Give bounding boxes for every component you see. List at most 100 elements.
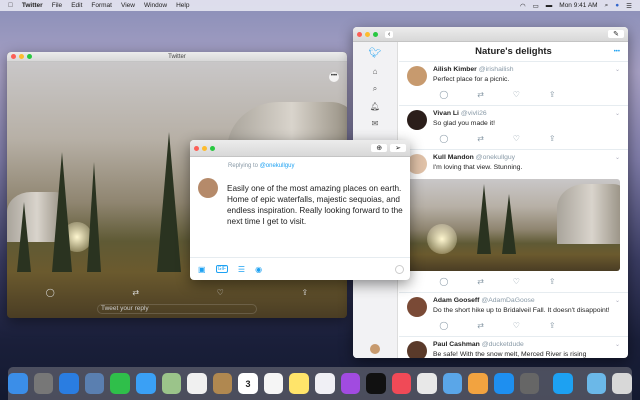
chevron-down-icon[interactable]: ⌄ [615,154,620,161]
author-name[interactable]: Adam Gooseff [433,297,479,304]
notifications-icon[interactable]: 🔔︎ [370,102,380,111]
tweet[interactable]: Vivan Li @vivli26 So glad you made it! ◯… [399,106,628,151]
retweet-icon[interactable]: ⇄ [477,321,484,330]
like-icon[interactable]: ♡ [513,134,520,143]
reply-icon[interactable]: ◯ [46,288,55,297]
dock-maps-icon[interactable] [161,373,182,394]
retweet-icon[interactable]: ⇄ [477,134,484,143]
home-icon[interactable]: ⌂ [373,67,378,76]
dock-notes-icon[interactable] [289,373,309,394]
avatar[interactable] [407,110,427,131]
menu-app-name[interactable]: Twitter [22,2,43,9]
avatar[interactable] [407,66,427,86]
reply-icon[interactable]: ◯ [439,277,448,286]
dock-tv-icon[interactable] [366,373,386,394]
dock-launchpad-icon[interactable] [33,373,54,394]
retweet-icon[interactable]: ⇄ [477,90,484,99]
twitter-logo-icon[interactable]: 🐦︎ [369,48,382,59]
tweet[interactable]: Paul Cashman @ducketdude Be safe! With t… [399,337,628,358]
dock-preview-icon[interactable] [84,373,105,394]
author-name[interactable]: Vivan Li [433,110,459,117]
dock-calendar-icon[interactable]: 3 [238,373,258,394]
chevron-down-icon[interactable]: ⌄ [615,341,620,348]
share-icon[interactable]: ⇪ [549,90,556,99]
dock-facetime-icon[interactable] [110,373,130,394]
compose-button[interactable]: ✎ [608,30,624,38]
author-name[interactable]: Kull Mandon [433,154,474,161]
share-icon[interactable]: ⇪ [549,277,556,286]
author-name[interactable]: Ailish Kimber [433,66,477,73]
author-handle[interactable]: @vivli26 [461,110,487,117]
tweet-photo[interactable] [407,178,620,271]
wifi-icon[interactable]: ◠ [520,2,526,10]
dock-downloads-icon[interactable] [586,373,607,394]
avatar[interactable] [407,296,427,317]
battery-icon[interactable]: ▬ [546,2,553,9]
dock-safari-icon[interactable] [59,373,79,394]
minimize-button[interactable] [202,145,207,151]
dock-twitter-icon[interactable] [553,373,573,394]
dock-photos-icon[interactable] [187,373,207,394]
dock-music-icon[interactable] [315,373,335,394]
dock-contacts-icon[interactable] [212,373,233,394]
siri-icon[interactable]: ● [615,2,619,9]
avatar[interactable] [407,340,427,358]
share-icon[interactable]: ⇪ [549,321,556,330]
tweet[interactable]: Kull Mandon @onekullguy I'm loving that … [399,150,628,293]
dock-reminders-icon[interactable] [263,373,284,394]
dock-news-icon[interactable] [391,373,412,394]
image-icon[interactable]: ▣ [198,265,206,274]
reply-icon[interactable]: ◯ [439,90,448,99]
dock-pages-icon[interactable] [468,373,489,394]
profile-avatar[interactable] [370,344,380,354]
author-handle[interactable]: @irishailish [479,66,514,73]
zoom-button[interactable] [210,145,215,151]
reply-input[interactable]: Tweet your reply [97,304,257,314]
author-handle[interactable]: @onekullguy [476,154,515,161]
location-icon[interactable]: ◉ [255,265,262,274]
author-name[interactable]: Paul Cashman [433,341,480,348]
share-icon[interactable]: ⇪ [301,288,308,297]
poll-icon[interactable]: ☰ [238,265,245,274]
search-icon[interactable]: ⌕ [373,84,377,94]
back-button[interactable]: ‹ [385,30,394,38]
dock-numbers-icon[interactable] [417,373,437,394]
tweet[interactable]: Adam Gooseff @AdamDaGoose Do the short h… [399,293,628,337]
zoom-button[interactable] [373,31,378,37]
menu-format[interactable]: Format [91,2,112,9]
reply-icon[interactable]: ◯ [439,134,448,143]
chevron-down-icon[interactable]: ⌄ [615,110,620,117]
like-icon[interactable]: ♡ [217,288,224,297]
add-tweet-button[interactable]: ⊕ [371,144,388,152]
minimize-button[interactable] [365,31,370,37]
more-icon[interactable]: ••• [614,49,620,55]
like-icon[interactable]: ♡ [513,277,520,286]
menu-edit[interactable]: Edit [71,2,82,9]
tweet[interactable]: Ailish Kimber @irishailish Perfect place… [399,62,628,107]
menu-file[interactable]: File [52,2,62,9]
author-handle[interactable]: @AdamDaGoose [481,297,534,304]
share-icon[interactable]: ⇪ [549,134,556,143]
author-handle[interactable]: @ducketdude [482,341,524,348]
gif-button[interactable]: GIF [215,265,228,273]
apple-icon[interactable]:  [8,2,13,9]
messages-icon[interactable]: ✉ [372,119,379,128]
menu-view[interactable]: View [121,2,135,9]
more-icon[interactable]: ••• [329,72,339,82]
chevron-down-icon[interactable]: ⌄ [615,66,620,73]
spotlight-icon[interactable]: ⌕ [605,2,609,10]
dock-keynote-icon[interactable] [442,373,463,394]
send-button[interactable]: ➢ [390,144,406,152]
dock-finder-icon[interactable] [8,373,28,394]
notification-center-icon[interactable]: ☰ [626,2,632,10]
like-icon[interactable]: ♡ [513,90,520,99]
like-icon[interactable]: ♡ [513,321,520,330]
replying-handle[interactable]: @onekullguy [260,163,295,169]
dock-podcasts-icon[interactable] [340,373,361,394]
retweet-icon[interactable]: ⇄ [477,277,484,286]
dock-app-store-icon[interactable] [494,373,514,394]
compose-textarea[interactable]: Easily one of the most amazing places on… [227,183,407,227]
airplay-icon[interactable]: ▭ [533,2,539,10]
reply-icon[interactable]: ◯ [439,321,448,330]
avatar[interactable] [407,154,427,175]
